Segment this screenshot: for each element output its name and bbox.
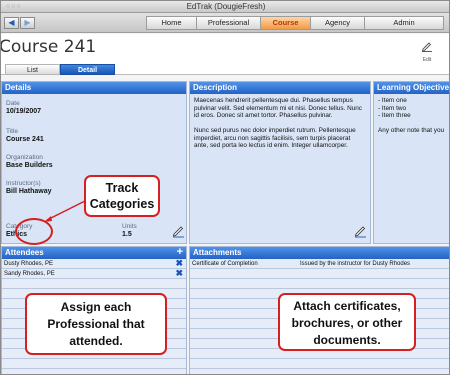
remove-attendee-icon[interactable]: ✖	[175, 258, 183, 268]
remove-attendee-icon[interactable]: ✖	[175, 268, 183, 278]
empty-row	[190, 269, 449, 279]
organization-label: Organization	[6, 154, 43, 161]
organization-field[interactable]: Organization Base Builders	[6, 154, 53, 170]
app-window: ○○○ EdTrak (DougieFresh) ◀ ▶ Home Profes…	[0, 0, 450, 375]
learning-objectives-heading: Learning Objectives	[374, 82, 449, 94]
instructor-value: Bill Hathaway	[6, 188, 52, 195]
attachment-note: Issued by the instructor for Dusty Rhode…	[300, 261, 411, 267]
add-attendee-icon[interactable]: +	[177, 247, 183, 258]
title-label: Title	[6, 128, 19, 135]
units-label: Units	[122, 223, 137, 230]
attachment-name: Certificate of Completion	[192, 261, 258, 267]
attendees-title: Attendees	[5, 248, 44, 257]
tab-admin[interactable]: Admin	[364, 16, 444, 30]
date-label: Date	[6, 100, 20, 107]
pencil-icon	[421, 42, 432, 52]
page-title: Course 241	[0, 37, 97, 57]
attendee-name: Dusty Rhodes, PE	[4, 261, 54, 267]
tab-home[interactable]: Home	[146, 16, 196, 30]
date-value: 10/19/2007	[6, 108, 42, 115]
attendee-name: Sandy Rhodes, PE	[4, 271, 55, 277]
organization-value: Base Builders	[6, 162, 53, 169]
units-value: 1.5	[122, 231, 132, 238]
empty-row	[190, 279, 449, 289]
track-categories-callout: Track Categories	[84, 175, 160, 217]
attachment-row[interactable]: Certificate of Completion Issued by the …	[190, 259, 449, 269]
forward-arrow-icon[interactable]: ▶	[20, 17, 35, 29]
main-tabs: Home Professional Course Agency Admin	[146, 16, 444, 30]
edit-description-pencil-icon[interactable]	[354, 224, 367, 238]
details-heading: Details	[2, 82, 186, 94]
description-heading: Description	[190, 82, 370, 94]
empty-row	[190, 359, 449, 369]
units-field[interactable]: Units 1.5	[122, 223, 137, 239]
learning-item: - Item two	[378, 104, 407, 112]
description-paragraph-2: Nunc sed purus nec dolor imperdiet rutru…	[194, 127, 356, 150]
description-paragraph-1: Maecenas hendrerit pellentesque dui. Pha…	[194, 97, 363, 120]
learning-item: - Item three	[378, 112, 411, 120]
view-tabs: List Detail	[1, 64, 449, 75]
title-value: Course 241	[6, 136, 44, 143]
learning-item: - Item one	[378, 97, 407, 104]
tab-course[interactable]: Course	[260, 16, 310, 30]
page-header: Course 241 Edit	[0, 34, 449, 64]
nav-arrows: ◀ ▶	[4, 17, 35, 29]
attendee-row[interactable]: Dusty Rhodes, PE ✖	[2, 258, 186, 269]
attach-documents-callout: Attach certificates, brochures, or other…	[278, 293, 416, 351]
nav-bar: ◀ ▶ Home Professional Course Agency Admi…	[1, 13, 449, 33]
edit-button[interactable]: Edit	[419, 39, 435, 63]
back-arrow-icon[interactable]: ◀	[4, 17, 19, 29]
window-title: EdTrak (DougieFresh)	[186, 2, 266, 11]
empty-row	[2, 279, 186, 289]
assign-professional-callout: Assign each Professional that attended.	[25, 293, 167, 355]
learning-note: Any other note that you	[378, 127, 445, 135]
attendee-row[interactable]: Sandy Rhodes, PE ✖	[2, 268, 186, 279]
learning-objectives-panel: Learning Objectives - Item one - Item tw…	[373, 81, 449, 244]
tab-agency[interactable]: Agency	[310, 16, 364, 30]
attendees-heading: Attendees +	[2, 247, 186, 259]
tab-list[interactable]: List	[5, 64, 60, 75]
description-panel: Description Maecenas hendrerit pellentes…	[189, 81, 371, 244]
title-bar: ○○○ EdTrak (DougieFresh)	[1, 1, 449, 13]
learning-objectives-text[interactable]: - Item one - Item two - Item three Any o…	[374, 94, 449, 138]
tab-professional[interactable]: Professional	[196, 16, 260, 30]
instructor-label: Instructor(s)	[6, 180, 41, 187]
instructor-field[interactable]: Instructor(s) Bill Hathaway	[6, 180, 52, 196]
empty-row	[2, 359, 186, 369]
date-field[interactable]: Date 10/19/2007	[6, 100, 41, 116]
tab-detail[interactable]: Detail	[60, 64, 115, 75]
title-field[interactable]: Title Course 241	[6, 128, 44, 144]
edit-label: Edit	[422, 57, 432, 63]
edit-details-pencil-icon[interactable]	[172, 224, 185, 238]
description-text[interactable]: Maecenas hendrerit pellentesque dui. Pha…	[190, 94, 368, 161]
attachments-heading: Attachments	[190, 247, 449, 259]
